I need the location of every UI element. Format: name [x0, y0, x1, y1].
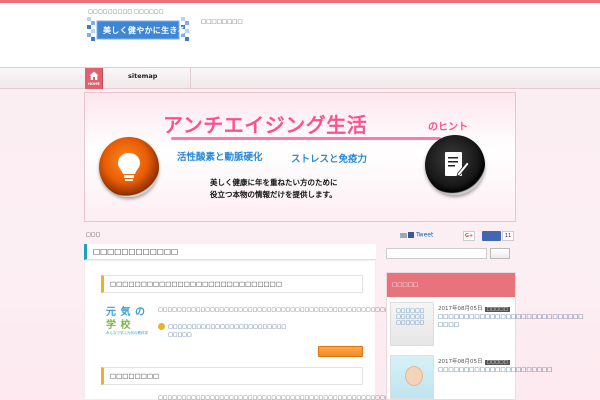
section-title-text: □□□□□□□□□□□□: [93, 247, 179, 256]
hero-banner[interactable]: アンチエイジング生活 のヒント 活性酸素と動脈硬化 ストレスと免疫力 美しく健康…: [84, 92, 516, 222]
article-heading-1-text: □□□□□□□□□□□□□□□□□□□□□□□□□□□□: [110, 280, 282, 288]
main-nav: HOME sitemap: [0, 67, 600, 89]
document-orb: [425, 135, 485, 195]
book-cover-text: □□□□□□ □□□□□□ □□□□□□: [396, 308, 425, 326]
post-date-text: 2017年08月05日: [438, 306, 483, 312]
header-note: □□□□□□□□: [201, 19, 243, 25]
main-column: □□□ □□□□□□□□□□□□ □□□□□□□□□□□□□□□□□□□□□□□…: [84, 228, 508, 400]
hero-underline: [171, 137, 441, 140]
article-heading-2[interactable]: □□□□□□□□: [101, 367, 363, 385]
flag-icon: [400, 232, 407, 238]
thumbnail-title-line2: 学 校: [106, 320, 131, 331]
hero-subtitle-2: ストレスと免疫力: [291, 154, 368, 165]
recent-post-2-date: 2017年08月05日 □□□□□: [438, 357, 510, 365]
content-panel: □□□□□□□□□□□□□□□□□□□□□□□□□□□□ 元 気 の 学 校 み…: [84, 260, 508, 400]
hero-title: アンチエイジング生活: [163, 113, 368, 137]
breadcrumb[interactable]: □□□: [86, 232, 100, 238]
home-icon: [89, 71, 99, 80]
recent-posts-widget: □□□□□ □□□□□□ □□□□□□ □□□□□□ 2017年08月05日 □□…: [386, 272, 584, 400]
hero-subtitle-1: 活性酸素と動脈硬化: [177, 152, 263, 163]
widget-title: □□□□□: [392, 282, 418, 288]
lightbulb-icon: [118, 153, 140, 181]
search-button[interactable]: [490, 248, 510, 259]
site-header: □□□□□□□□□ □□□□□□ 美しく健やかに生きる □□□□□□□□: [0, 3, 600, 65]
lightbulb-orb: [99, 137, 159, 197]
hero-description-2: 役立つ本物の情報だけを提供します。: [210, 190, 337, 199]
section-title: □□□□□□□□□□□□: [84, 244, 376, 260]
recent-post-2-thumbnail[interactable]: [390, 355, 434, 399]
tweet-share[interactable]: Tweet: [400, 231, 433, 241]
facebook-like-count: 11: [502, 231, 514, 241]
article-link-1[interactable]: □□□□□□□□□□□□□□□□□□□□□□□□□: [158, 323, 286, 330]
thumbnail-caption: みんなで学ぶ元気の教科書: [106, 331, 148, 335]
article-heading-2-text: □□□□□□□□: [110, 372, 160, 380]
sidebar: Tweet G+ 11 □□□□□ □□□□□□ □□□□□□ □□□□□□ 2…: [386, 228, 584, 400]
article-excerpt-2: □□□□□□□□□□□□□□□□□□□□□□□□□□□□□□□□□□□□□□□□…: [158, 395, 404, 400]
nav-home-button[interactable]: HOME: [85, 68, 103, 89]
nav-sitemap-link[interactable]: sitemap: [128, 72, 157, 80]
search-form: [386, 248, 516, 262]
tweet-label: Tweet: [416, 231, 434, 239]
recent-post-1-date: 2017年08月05日 □□□□□: [438, 304, 510, 312]
article-link-1-text: □□□□□□□□□□□□□□□□□□□□□□□□□: [168, 324, 287, 330]
post-category-badge[interactable]: □□□□□: [484, 360, 510, 365]
search-input[interactable]: [386, 248, 487, 259]
document-edit-icon: [445, 152, 470, 177]
facebook-like-button[interactable]: [482, 231, 501, 241]
read-more-button[interactable]: [318, 346, 363, 357]
nav-home-label: HOME: [88, 82, 100, 86]
article-thumbnail[interactable]: 元 気 の 学 校 みんなで学ぶ元気の教科書: [104, 303, 156, 339]
post-category-badge[interactable]: □□□□□: [484, 307, 510, 312]
recent-post-1-title[interactable]: □□□□□□□□□□□□□□□□□□□□□□□□□□□□ □□□□: [438, 313, 584, 329]
hero-description-1: 美しく健康に年を重ねたい方のために: [210, 178, 338, 187]
post-date-text: 2017年08月05日: [438, 359, 483, 365]
widget-header: □□□□□: [387, 273, 515, 297]
article-heading-1[interactable]: □□□□□□□□□□□□□□□□□□□□□□□□□□□□: [101, 275, 363, 293]
nav-divider: [190, 68, 191, 89]
link-bullet-icon: [158, 323, 165, 330]
facebook-icon: [408, 232, 414, 238]
recent-post-1-thumbnail[interactable]: □□□□□□ □□□□□□ □□□□□□: [390, 302, 434, 346]
article-excerpt: □□□□□□□□□□□□□□□□□□□□□□□□□□□□□□□□□□□□□□□□…: [158, 307, 508, 313]
article-link-2[interactable]: □□□□□: [168, 332, 192, 338]
hero-title-suffix: のヒント: [428, 122, 468, 133]
logo-text: 美しく健やかに生きる: [103, 26, 186, 35]
recent-post-2-title[interactable]: □□□□□□□□□□□□□□□□□□□□□□: [438, 366, 552, 374]
google-plus-button[interactable]: G+: [463, 231, 475, 241]
portrait-image: [405, 366, 423, 386]
site-tagline: □□□□□□□□□ □□□□□□: [88, 9, 164, 15]
